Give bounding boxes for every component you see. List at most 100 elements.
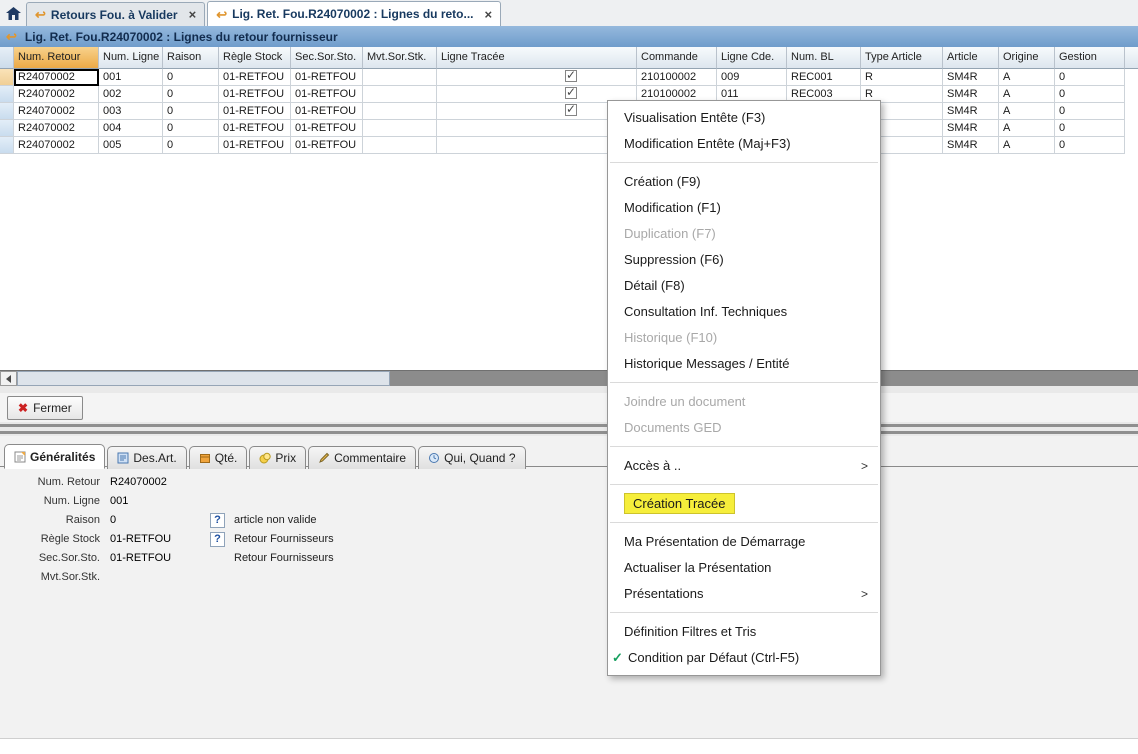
cell-gestion[interactable]: 0 [1055,103,1125,120]
row-selector[interactable] [0,137,14,154]
cell-ligne-cde[interactable]: 009 [717,69,787,86]
panel-splitter[interactable] [0,422,1138,436]
cell-mvt-sor-stk[interactable] [363,69,437,86]
horizontal-scrollbar[interactable] [0,370,1138,387]
column-header-num-bl[interactable]: Num. BL [787,47,861,69]
cell-origine[interactable]: A [999,69,1055,86]
lookup-help-button[interactable]: ? [210,532,225,547]
row-selector[interactable] [0,120,14,137]
cell-num-retour[interactable]: R24070002 [14,120,99,137]
tab-commentaire[interactable]: Commentaire [308,446,416,469]
cell-article[interactable]: SM4R [943,120,999,137]
cell-num-ligne[interactable]: 005 [99,137,163,154]
cell-origine[interactable]: A [999,137,1055,154]
cell-type-article[interactable]: R [861,69,943,86]
checkbox-icon[interactable] [565,104,577,116]
tab-prix[interactable]: Prix [249,446,306,469]
cell-num-ligne[interactable]: 003 [99,103,163,120]
menu-item-consultation-inf-techniques[interactable]: Consultation Inf. Techniques [608,299,880,325]
cell-num-retour[interactable]: R24070002 [14,103,99,120]
checkbox-icon[interactable] [565,87,577,99]
column-header-mvt-sor-stk[interactable]: Mvt.Sor.Stk. [363,47,437,69]
menu-item-actualiser-la-presentation[interactable]: Actualiser la Présentation [608,555,880,581]
cell-raison[interactable]: 0 [163,69,219,86]
cell-raison[interactable]: 0 [163,86,219,103]
cell-regle-stock[interactable]: 01-RETFOU [219,120,291,137]
menu-item-ma-presentation-de-demarrage[interactable]: Ma Présentation de Démarrage [608,529,880,555]
cell-num-ligne[interactable]: 001 [99,69,163,86]
cell-mvt-sor-stk[interactable] [363,137,437,154]
close-tab-icon[interactable]: × [485,8,493,21]
cell-article[interactable]: SM4R [943,69,999,86]
column-header-num-ligne[interactable]: Num. Ligne [99,47,163,69]
cell-regle-stock[interactable]: 01-RETFOU [219,86,291,103]
scrollbar-thumb[interactable] [17,371,390,386]
menu-item-condition-par-defaut[interactable]: ✓Condition par Défaut (Ctrl-F5) [608,645,880,671]
cell-sec-sor-sto[interactable]: 01-RETFOU [291,69,363,86]
column-header-raison[interactable]: Raison [163,47,219,69]
cell-num-retour[interactable]: R24070002 [14,137,99,154]
column-header-ligne-cde[interactable]: Ligne Cde. [717,47,787,69]
cell-sec-sor-sto[interactable]: 01-RETFOU [291,137,363,154]
close-button[interactable]: ✖ Fermer [7,396,83,420]
lookup-help-button[interactable]: ? [210,513,225,528]
cell-gestion[interactable]: 0 [1055,120,1125,137]
tab-qui-quand[interactable]: Qui, Quand ? [418,446,525,469]
tab-des-art[interactable]: Des.Art. [107,446,186,469]
column-header-regle-stock[interactable]: Règle Stock [219,47,291,69]
cell-num-ligne[interactable]: 002 [99,86,163,103]
cell-mvt-sor-stk[interactable] [363,103,437,120]
menu-item-visualisation-entete[interactable]: Visualisation Entête (F3) [608,105,880,131]
column-header-article[interactable]: Article [943,47,999,69]
column-header-origine[interactable]: Origine [999,47,1055,69]
column-header-commande[interactable]: Commande [637,47,717,69]
cell-regle-stock[interactable]: 01-RETFOU [219,69,291,86]
cell-raison[interactable]: 0 [163,120,219,137]
column-header-num-retour[interactable]: Num. Retour [14,47,99,69]
cell-regle-stock[interactable]: 01-RETFOU [219,103,291,120]
menu-item-creation[interactable]: Création (F9) [608,169,880,195]
menu-item-acces-a[interactable]: Accès à ..> [608,453,880,479]
menu-item-creation-tracee[interactable]: Création Tracée [608,491,880,517]
menu-item-detail[interactable]: Détail (F8) [608,273,880,299]
menu-item-definition-filtres-et-tris[interactable]: Définition Filtres et Tris [608,619,880,645]
cell-ligne-tracee[interactable] [437,69,637,86]
tab-lignes-du-retour[interactable]: ↩ Lig. Ret. Fou.R24070002 : Lignes du re… [207,1,501,26]
cell-article[interactable]: SM4R [943,137,999,154]
close-tab-icon[interactable]: × [189,8,197,21]
cell-origine[interactable]: A [999,120,1055,137]
tab-retours-fou-a-valider[interactable]: ↩ Retours Fou. à Valider × [26,2,205,26]
cell-origine[interactable]: A [999,86,1055,103]
cell-num-bl[interactable]: REC001 [787,69,861,86]
row-selector[interactable] [0,103,14,120]
cell-num-retour[interactable]: R24070002 [14,86,99,103]
cell-regle-stock[interactable]: 01-RETFOU [219,137,291,154]
select-all-corner[interactable] [0,47,14,69]
row-selector[interactable] [0,86,14,103]
cell-sec-sor-sto[interactable]: 01-RETFOU [291,120,363,137]
tab-qte[interactable]: Qté. [189,446,248,469]
cell-mvt-sor-stk[interactable] [363,120,437,137]
cell-num-retour[interactable]: R24070002 [14,69,99,86]
home-button[interactable] [0,2,26,26]
cell-origine[interactable]: A [999,103,1055,120]
menu-item-modification[interactable]: Modification (F1) [608,195,880,221]
menu-item-historique-messages-entite[interactable]: Historique Messages / Entité [608,351,880,377]
cell-mvt-sor-stk[interactable] [363,86,437,103]
cell-article[interactable]: SM4R [943,103,999,120]
column-header-type-article[interactable]: Type Article [861,47,943,69]
checkbox-icon[interactable] [565,70,577,82]
cell-commande[interactable]: 210100002 [637,69,717,86]
menu-item-modification-entete[interactable]: Modification Entête (Maj+F3) [608,131,880,157]
scroll-left-button[interactable] [0,371,17,386]
cell-article[interactable]: SM4R [943,86,999,103]
cell-num-ligne[interactable]: 004 [99,120,163,137]
cell-sec-sor-sto[interactable]: 01-RETFOU [291,103,363,120]
cell-gestion[interactable]: 0 [1055,137,1125,154]
menu-item-presentations[interactable]: Présentations> [608,581,880,607]
tab-generalites[interactable]: Généralités [4,444,105,469]
column-header-ligne-tracee[interactable]: Ligne Tracée [437,47,637,69]
cell-gestion[interactable]: 0 [1055,86,1125,103]
menu-item-suppression[interactable]: Suppression (F6) [608,247,880,273]
cell-gestion[interactable]: 0 [1055,69,1125,86]
